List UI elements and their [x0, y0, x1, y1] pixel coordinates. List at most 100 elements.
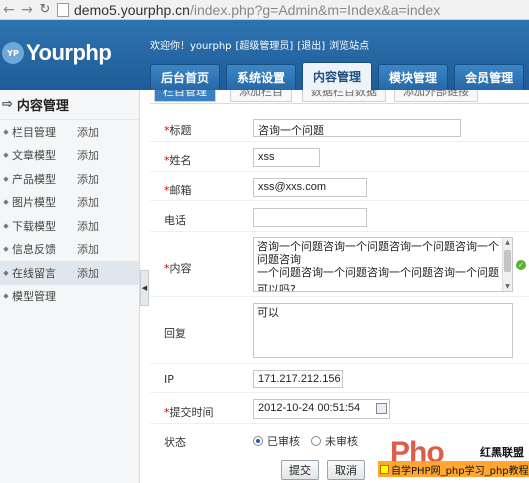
time-label-text: 提交时间	[169, 406, 214, 419]
title-row: *标题 咨询一个问题	[150, 115, 529, 142]
reply-row: 回复 可以	[150, 300, 529, 364]
reload-icon[interactable]: ↻	[36, 0, 54, 20]
calendar-icon[interactable]	[376, 403, 387, 414]
sidebar: ⇨ 内容管理 ◆ 栏目管理 添加 ◆ 文章模型 添加 ◆ 产品模型 添加 ◆ 图…	[0, 90, 140, 483]
logo[interactable]: YP Yourphp	[2, 40, 112, 66]
subtab-category-data[interactable]: 数据栏目数据	[302, 90, 386, 102]
sub-tabs: 栏目管理 添加栏目 数据栏目数据 添加外部链接	[150, 90, 529, 104]
sidebar-item-product[interactable]: ◆ 产品模型 添加	[0, 167, 139, 191]
tab-module-management[interactable]: 模块管理	[378, 64, 449, 90]
sidebar-add-link[interactable]: 添加	[77, 265, 99, 281]
logout-link[interactable]: [退出]	[297, 41, 325, 52]
page-icon	[57, 2, 69, 17]
url-field[interactable]: demo5.yourphp.cn/index.php?g=Admin&m=Ind…	[74, 2, 440, 18]
tab-system-settings[interactable]: 系统设置	[226, 64, 297, 90]
sidebar-add-link[interactable]: 添加	[77, 171, 99, 187]
content-label: *内容	[164, 260, 192, 276]
sidebar-item-feedback[interactable]: ◆ 信息反馈 添加	[0, 238, 139, 262]
content-textarea[interactable]: 咨询一个问题咨询一个问题咨询一个问题咨询一个问题咨询 一个问题咨询一个问题咨询一…	[253, 237, 513, 292]
subtab-add-category[interactable]: 添加栏目	[230, 90, 292, 102]
subtab-category[interactable]: 栏目管理	[154, 90, 216, 102]
sidebar-item-label[interactable]: 模型管理	[12, 288, 77, 304]
name-label-text: 姓名	[169, 154, 192, 167]
submit-time-value: 2012-10-24 00:51:54	[258, 402, 361, 414]
phone-row: 电话	[150, 204, 529, 232]
header: YP Yourphp 欢迎你！yourphp [超级管理员] [退出] 浏览站点 后台…	[0, 20, 529, 90]
welcome-bar: 欢迎你！yourphp [超级管理员] [退出] 浏览站点	[150, 37, 373, 52]
watermark-bar-text: 自学PHP网_php学习_php教程	[391, 465, 529, 477]
subtab-add-link[interactable]: 添加外部链接	[394, 90, 478, 102]
sidebar-item-label[interactable]: 产品模型	[12, 171, 77, 187]
url-host: demo5.yourphp.cn	[74, 1, 190, 18]
url-path: /index.php?g=Admin&m=Index&a=index	[189, 1, 441, 18]
tab-home[interactable]: 后台首页	[150, 64, 221, 90]
sidebar-item-label[interactable]: 信息反馈	[12, 241, 77, 257]
status-row: 状态 已审核 未审核	[150, 427, 529, 454]
content-scrollbar[interactable]: ▲ ▼	[502, 238, 512, 291]
status-pending-radio[interactable]: 未审核	[311, 433, 358, 449]
browse-site-link[interactable]: 浏览站点	[329, 41, 369, 52]
watermark-icon	[380, 464, 389, 474]
sidebar-item-label[interactable]: 在线留言	[12, 265, 77, 281]
watermark-bar: 自学PHP网_php学习_php教程	[378, 461, 529, 477]
ip-label: IP	[164, 373, 174, 386]
name-field[interactable]: xss	[253, 148, 320, 167]
radio-checked-icon	[253, 436, 263, 446]
status-pending-label: 未审核	[325, 435, 358, 448]
role-link[interactable]: [超级管理员]	[236, 41, 294, 52]
sidebar-item-guestbook[interactable]: ◆ 在线留言 添加	[0, 261, 139, 285]
welcome-text: 欢迎你！yourphp	[150, 41, 232, 52]
sidebar-add-link[interactable]: 添加	[77, 124, 99, 140]
sidebar-add-link[interactable]: 添加	[77, 147, 99, 163]
logo-text: Yourphp	[26, 40, 112, 65]
title-label-text: 标题	[169, 124, 192, 137]
sidebar-item-label[interactable]: 文章模型	[12, 147, 77, 163]
sidebar-item-article[interactable]: ◆ 文章模型 添加	[0, 144, 139, 168]
sidebar-item-label[interactable]: 栏目管理	[12, 124, 77, 140]
tab-content-management[interactable]: 内容管理	[302, 62, 373, 90]
sidebar-item-label[interactable]: 图片模型	[12, 194, 77, 210]
reply-textarea[interactable]: 可以	[253, 303, 513, 358]
sidebar-item-model-management[interactable]: ◆ 模型管理	[0, 285, 139, 309]
sidebar-add-link[interactable]: 添加	[77, 194, 99, 210]
submit-time-field[interactable]: 2012-10-24 00:51:54	[253, 399, 390, 419]
tab-member-management[interactable]: 会员管理	[454, 64, 525, 90]
scroll-up-icon[interactable]: ▲	[503, 238, 512, 247]
sidebar-add-link[interactable]: 添加	[77, 241, 99, 257]
status-approved-radio[interactable]: 已审核	[253, 433, 300, 449]
cancel-button[interactable]: 取消	[327, 460, 365, 480]
time-row: *提交时间 2012-10-24 00:51:54	[150, 396, 529, 424]
bullet-icon: ◆	[3, 245, 9, 254]
submit-button[interactable]: 提交	[281, 460, 319, 480]
bullet-icon: ◆	[3, 198, 9, 207]
bullet-icon: ◆	[3, 292, 9, 301]
bullet-icon: ◆	[3, 151, 9, 160]
content-label-text: 内容	[169, 262, 192, 275]
name-label: *姓名	[164, 152, 192, 168]
sidebar-item-download[interactable]: ◆ 下载模型 添加	[0, 214, 139, 238]
phone-field[interactable]	[253, 208, 367, 227]
sidebar-collapse-handle[interactable]: ◀	[140, 270, 149, 306]
email-label: *邮箱	[164, 182, 192, 198]
sidebar-title: ⇨ 内容管理	[0, 90, 139, 120]
ip-field[interactable]: 171.217.212.156	[253, 370, 343, 388]
arrow-left-icon[interactable]: ←	[0, 0, 18, 20]
email-field[interactable]: xss@xxs.com	[253, 178, 367, 197]
content-row: *内容 咨询一个问题咨询一个问题咨询一个问题咨询一个问题咨询 一个问题咨询一个问…	[150, 234, 529, 297]
sidebar-item-category[interactable]: ◆ 栏目管理 添加	[0, 120, 139, 144]
title-label: *标题	[164, 122, 192, 138]
email-label-text: 邮箱	[169, 184, 192, 197]
email-row: *邮箱 xss@xxs.com	[150, 174, 529, 201]
triangle-left-icon: ◀	[141, 284, 148, 292]
bullet-icon: ◆	[3, 221, 9, 230]
content-line-1: 咨询一个问题咨询一个问题咨询一个问题咨询一个问题咨询	[257, 240, 499, 266]
page: ← → ↻ demo5.yourphp.cn/index.php?g=Admin…	[0, 0, 529, 483]
sidebar-add-link[interactable]: 添加	[77, 218, 99, 234]
scroll-thumb[interactable]	[504, 250, 511, 272]
arrow-right-icon[interactable]: →	[18, 0, 36, 20]
scroll-down-icon[interactable]: ▼	[503, 282, 512, 291]
title-field[interactable]: 咨询一个问题	[253, 119, 461, 137]
sidebar-item-picture[interactable]: ◆ 图片模型 添加	[0, 191, 139, 215]
browser-address-bar: ← → ↻ demo5.yourphp.cn/index.php?g=Admin…	[0, 0, 529, 20]
sidebar-item-label[interactable]: 下载模型	[12, 218, 77, 234]
